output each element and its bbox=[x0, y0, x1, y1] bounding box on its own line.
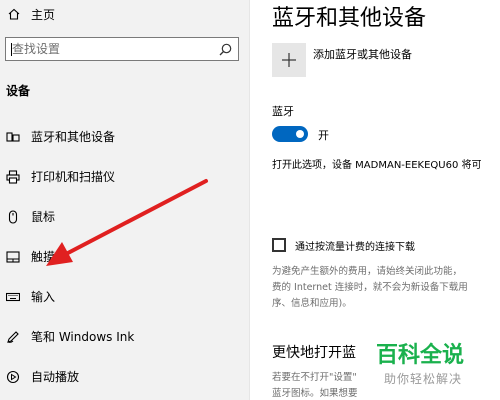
toggle-state-label: 开 bbox=[318, 129, 329, 142]
devices-icon bbox=[6, 132, 20, 142]
quick-open-description-line: 蓝牙图标。如果想要 bbox=[272, 388, 358, 399]
home-nav-item[interactable]: 主页 bbox=[0, 0, 250, 30]
metered-description-line: 序、信息和应用)。 bbox=[272, 298, 352, 309]
quick-open-heading: 更快地打开蓝 bbox=[272, 345, 356, 361]
metered-download-checkbox[interactable] bbox=[272, 238, 286, 252]
sidebar-item-typing[interactable]: 输入 bbox=[0, 280, 250, 314]
home-label: 主页 bbox=[31, 8, 56, 22]
bluetooth-toggle[interactable] bbox=[272, 126, 308, 142]
sidebar-item-pen[interactable]: 笔和 Windows Ink bbox=[0, 320, 250, 354]
text-caret bbox=[11, 43, 12, 56]
sidebar-item-touchpad[interactable]: 触摸板 bbox=[0, 240, 250, 274]
plus-icon bbox=[282, 53, 296, 67]
sidebar-item-label: 笔和 Windows Ink bbox=[31, 330, 135, 344]
pen-icon bbox=[7, 331, 19, 343]
watermark-subtitle: 助你轻松解决 bbox=[384, 372, 463, 386]
sidebar-item-mouse[interactable]: 鼠标 bbox=[0, 200, 250, 234]
discoverable-text: 打开此选项，设备 MADMAN-EEKEQU60 将可 bbox=[272, 160, 482, 171]
printer-icon bbox=[6, 170, 20, 184]
quick-open-description-line: 若要在不打开"设置" bbox=[272, 372, 357, 383]
mouse-icon bbox=[8, 210, 18, 224]
keyboard-icon bbox=[6, 292, 20, 302]
sidebar-item-label: 输入 bbox=[31, 290, 56, 304]
sidebar-item-printers[interactable]: 打印机和扫描仪 bbox=[0, 160, 250, 194]
search-icon[interactable] bbox=[219, 43, 232, 56]
watermark-title: 百科全说 bbox=[376, 343, 465, 368]
sidebar-item-label: 蓝牙和其他设备 bbox=[31, 130, 116, 144]
bluetooth-heading: 蓝牙 bbox=[272, 105, 294, 118]
add-device-label[interactable]: 添加蓝牙或其他设备 bbox=[313, 46, 412, 62]
sidebar-item-autoplay[interactable]: 自动播放 bbox=[0, 360, 250, 394]
sidebar-item-label: 鼠标 bbox=[31, 210, 56, 224]
search-box[interactable] bbox=[5, 37, 239, 61]
metered-description-line: 费的 Internet 连接时，就不会为新设备下载用 bbox=[272, 282, 468, 293]
metered-description-line: 为避免产生额外的费用，请始终关闭此功能， bbox=[272, 266, 463, 277]
settings-sidebar: 主页 设备 蓝牙和其他设备 打印机和扫描仪 鼠标 bbox=[0, 0, 250, 400]
sidebar-item-label: 自动播放 bbox=[31, 370, 80, 384]
sidebar-item-label: 触摸板 bbox=[31, 250, 68, 264]
autoplay-icon bbox=[6, 370, 20, 384]
touchpad-icon bbox=[6, 251, 20, 263]
sidebar-item-label: 打印机和扫描仪 bbox=[31, 170, 116, 184]
metered-download-label[interactable]: 通过按流量计费的连接下载 bbox=[295, 238, 415, 253]
search-input[interactable] bbox=[8, 40, 216, 58]
section-heading-devices: 设备 bbox=[6, 84, 31, 98]
home-icon bbox=[8, 8, 20, 20]
page-title: 蓝牙和其他设备 bbox=[272, 6, 427, 31]
toggle-knob bbox=[296, 130, 304, 138]
add-device-button[interactable] bbox=[272, 43, 306, 77]
sidebar-item-bluetooth[interactable]: 蓝牙和其他设备 bbox=[0, 120, 250, 154]
